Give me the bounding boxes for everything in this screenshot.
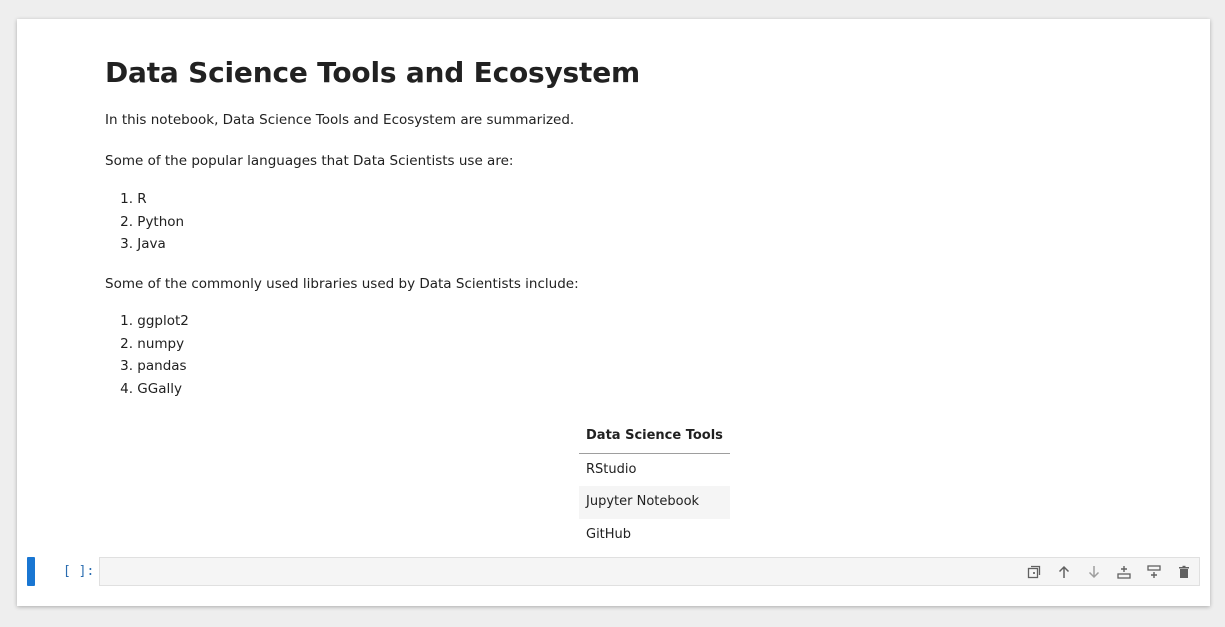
input-prompt: [ ]: [63,564,95,579]
list-item: 3. Java [120,236,166,252]
code-cell[interactable]: [ ]: [27,557,1200,587]
languages-list: 1. R 2. Python 3. Java [105,188,184,256]
libraries-list: 1. ggplot2 2. numpy 3. pandas 4. GGally [105,310,189,400]
cell-toolbar [1023,561,1195,583]
list-item: 4. GGally [120,380,182,397]
list-item: 1. ggplot2 [120,313,189,329]
tools-table: Data Science Tools RStudio Jupyter Noteb… [579,420,730,551]
active-cell-indicator[interactable] [27,557,35,586]
move-down-icon[interactable] [1083,561,1105,583]
table-header: Data Science Tools [579,420,730,454]
duplicate-icon[interactable] [1023,561,1045,583]
languages-heading: Some of the popular languages that Data … [105,153,514,169]
notebook-title: Data Science Tools and Ecosystem [105,56,640,89]
intro-text: In this notebook, Data Science Tools and… [105,112,575,128]
insert-below-icon[interactable] [1143,561,1165,583]
table-row: RStudio [586,461,637,477]
delete-icon[interactable] [1173,561,1195,583]
move-up-icon[interactable] [1053,561,1075,583]
insert-above-icon[interactable] [1113,561,1135,583]
code-editor[interactable] [99,557,1200,586]
list-item: 3. pandas [120,358,187,374]
list-item: 1. R [120,191,147,207]
list-item: 2. Python [120,213,185,230]
notebook-panel: Data Science Tools and Ecosystem In this… [17,19,1210,606]
table-row: GitHub [586,526,632,542]
list-item: 2. numpy [120,335,185,352]
table-row: Jupyter Notebook [579,486,730,519]
libraries-heading: Some of the commonly used libraries used… [105,276,579,292]
